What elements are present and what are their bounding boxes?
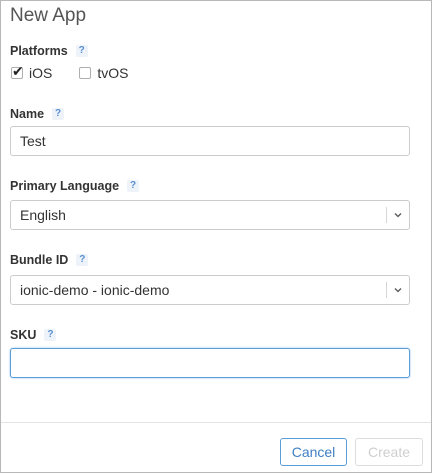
select-divider: [386, 207, 387, 223]
platforms-section: Platforms ?: [10, 44, 88, 58]
primary-language-section: Primary Language ?: [10, 179, 140, 193]
ios-label: iOS: [29, 65, 53, 81]
bundle-id-label: Bundle ID: [10, 253, 69, 267]
platform-tvos-option[interactable]: tvOS: [79, 65, 128, 81]
create-button[interactable]: Create: [355, 438, 423, 466]
name-field[interactable]: [10, 126, 410, 156]
ios-checkbox[interactable]: ✔: [11, 63, 24, 79]
primary-language-label: Primary Language: [10, 179, 120, 193]
sku-label: SKU: [10, 328, 37, 342]
sku-field[interactable]: [10, 348, 410, 378]
sku-section: SKU ?: [10, 328, 57, 342]
platforms-label: Platforms: [10, 44, 68, 58]
platforms-help-icon[interactable]: ?: [75, 45, 88, 57]
checkmark-icon: ✔: [12, 63, 24, 79]
bundle-id-help-icon[interactable]: ?: [76, 254, 89, 266]
name-section: Name ?: [10, 107, 65, 121]
platform-options: ✔ iOS tvOS: [11, 63, 155, 81]
name-help-icon[interactable]: ?: [52, 108, 65, 120]
primary-language-help-icon[interactable]: ?: [127, 180, 140, 192]
dialog-title: New App: [10, 5, 87, 26]
footer-divider: [1, 422, 431, 423]
tvos-label: tvOS: [97, 65, 129, 81]
chevron-down-icon[interactable]: [393, 285, 403, 295]
tvos-checkbox[interactable]: [79, 67, 92, 79]
new-app-dialog: New App Platforms ? ✔ iOS tvOS Name ? Pr…: [0, 0, 432, 473]
bundle-id-value: ionic-demo - ionic-demo: [20, 282, 170, 298]
sku-input[interactable]: [11, 349, 409, 377]
name-label: Name: [10, 107, 45, 121]
chevron-down-icon[interactable]: [393, 210, 403, 220]
name-input[interactable]: [11, 127, 409, 155]
bundle-id-select[interactable]: ionic-demo - ionic-demo: [10, 275, 410, 305]
primary-language-value: English: [20, 207, 66, 223]
platform-ios-option[interactable]: ✔ iOS: [11, 63, 53, 81]
cancel-button[interactable]: Cancel: [280, 438, 347, 466]
primary-language-select[interactable]: English: [10, 200, 410, 230]
sku-help-icon[interactable]: ?: [44, 329, 57, 341]
select-divider: [386, 282, 387, 298]
bundle-id-section: Bundle ID ?: [10, 253, 89, 267]
